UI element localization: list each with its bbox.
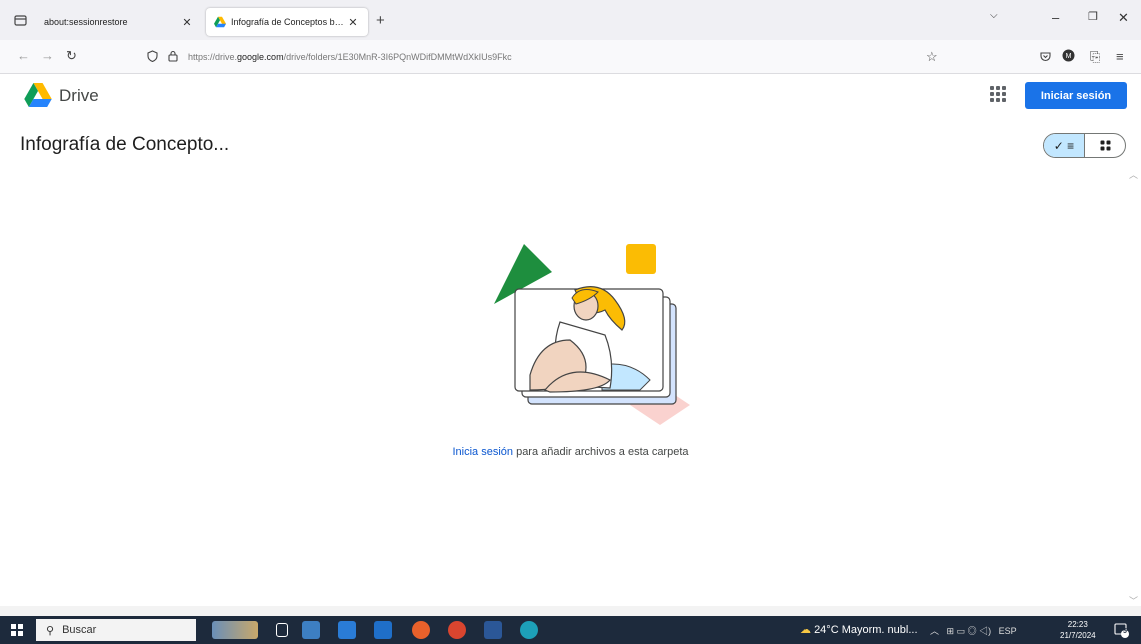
- tray-icons: ⊞ ▭ ◎ ◁): [946, 626, 992, 636]
- reload-icon[interactable]: ↻: [66, 48, 77, 64]
- weather-icon: ☁: [800, 624, 811, 636]
- list-view-button[interactable]: ✓ ≡: [1044, 134, 1085, 157]
- page-bottom-bar: [0, 606, 1141, 616]
- browser-navbar: ← → ↻ https://drive.google.com/drive/fol…: [0, 40, 1141, 74]
- shield-icon[interactable]: [147, 50, 158, 65]
- drive-title[interactable]: Drive: [59, 86, 99, 106]
- new-tab-icon[interactable]: +: [376, 12, 385, 29]
- scrollbar-up-arrow[interactable]: ︿: [1129, 168, 1138, 181]
- taskbar-search-placeholder: Buscar: [62, 624, 97, 636]
- notification-icon[interactable]: 5: [1113, 622, 1129, 638]
- chevron-up-icon[interactable]: ︿: [930, 626, 939, 636]
- chevron-down-icon[interactable]: ⌵: [990, 10, 998, 21]
- edge-icon[interactable]: [520, 621, 538, 639]
- check-list-icon: ✓ ≡: [1053, 138, 1075, 153]
- browser-tabstrip: about:sessionrestore ✕ Infografía de Con…: [0, 0, 1141, 40]
- pocket-icon[interactable]: [1040, 50, 1051, 65]
- task-view-icon[interactable]: [276, 623, 288, 637]
- drive-logo-icon[interactable]: [24, 83, 52, 107]
- empty-folder-message: Inicia sesión para añadir archivos a est…: [0, 446, 1141, 458]
- svg-text:M: M: [1066, 53, 1072, 60]
- view-toggle: ✓ ≡: [1043, 133, 1126, 158]
- mail-icon[interactable]: [374, 621, 392, 639]
- grid-view-icon: [1100, 140, 1110, 151]
- language-indicator[interactable]: ESP: [999, 626, 1017, 636]
- back-icon[interactable]: ←: [17, 48, 30, 63]
- empty-folder-text: para añadir archivos a esta carpeta: [513, 446, 689, 458]
- lock-icon[interactable]: [168, 50, 178, 65]
- window-close-icon[interactable]: ✕: [1118, 10, 1129, 26]
- tab-label: Infografía de Conceptos básicos: [231, 17, 346, 27]
- forward-icon[interactable]: →: [41, 48, 54, 63]
- url-path: /drive/folders/1E30MnR-3I6PQnWDifDMMtWdX…: [283, 52, 512, 62]
- minimize-icon[interactable]: –: [1052, 10, 1059, 25]
- tab-label: about:sessionrestore: [44, 17, 128, 27]
- url-prefix: https://drive.: [188, 52, 238, 62]
- weather-text: 24°C Mayorm. nubl...: [814, 624, 918, 636]
- clock-time: 22:23: [1067, 620, 1088, 629]
- weather-widget[interactable]: ☁ 24°C Mayorm. nubl...: [800, 623, 918, 636]
- taskbar-widget-icon[interactable]: [212, 621, 258, 639]
- search-icon: ⚲: [46, 624, 55, 637]
- signin-link[interactable]: Inicia sesión: [452, 446, 513, 458]
- star-icon[interactable]: ☆: [926, 49, 938, 65]
- taskbar-search[interactable]: ⚲ Buscar: [36, 619, 196, 641]
- taskbar-clock[interactable]: 22:23 21/7/2024: [1060, 619, 1096, 641]
- drive-logo-icon: [214, 16, 226, 28]
- system-tray[interactable]: ︿ ⊞ ▭ ◎ ◁) ESP: [930, 624, 1017, 637]
- drive-header: Drive Iniciar sesión: [0, 75, 1141, 119]
- close-icon[interactable]: ✕: [180, 16, 194, 29]
- clock-date: 21/7/2024: [1060, 631, 1096, 640]
- close-icon[interactable]: ✕: [346, 16, 360, 29]
- chrome-icon[interactable]: [448, 621, 466, 639]
- folder-title: Infografía de Concepto...: [20, 134, 230, 155]
- empty-folder-illustration: [494, 244, 690, 425]
- signin-button[interactable]: Iniciar sesión: [1025, 82, 1127, 109]
- apps-grid-icon[interactable]: [990, 86, 1006, 102]
- restore-icon[interactable]: ❐: [1088, 10, 1098, 23]
- calculator-icon[interactable]: [302, 621, 320, 639]
- url-bar[interactable]: https://drive.google.com/drive/folders/1…: [188, 52, 512, 62]
- tab-list-icon[interactable]: [8, 8, 32, 32]
- grid-view-button[interactable]: [1085, 134, 1125, 157]
- tab-session-restore[interactable]: about:sessionrestore ✕: [36, 8, 202, 36]
- windows-start-icon[interactable]: [11, 624, 23, 636]
- account-icon[interactable]: M: [1062, 49, 1075, 65]
- extensions-icon[interactable]: ⎘: [1090, 49, 1100, 65]
- word-icon[interactable]: [484, 621, 502, 639]
- url-domain: google.com: [237, 52, 284, 62]
- notification-count: 5: [1123, 628, 1127, 635]
- menu-icon[interactable]: ≡: [1116, 49, 1124, 64]
- firefox-icon[interactable]: [412, 621, 430, 639]
- screen: about:sessionrestore ✕ Infografía de Con…: [0, 0, 1141, 644]
- tab-drive-folder[interactable]: Infografía de Conceptos básicos ✕: [206, 8, 368, 36]
- taskbar: ⚲ Buscar ☁ 24°C Mayorm. nubl... ︿ ⊞ ▭ ◎ …: [0, 616, 1141, 644]
- store-icon[interactable]: [338, 621, 356, 639]
